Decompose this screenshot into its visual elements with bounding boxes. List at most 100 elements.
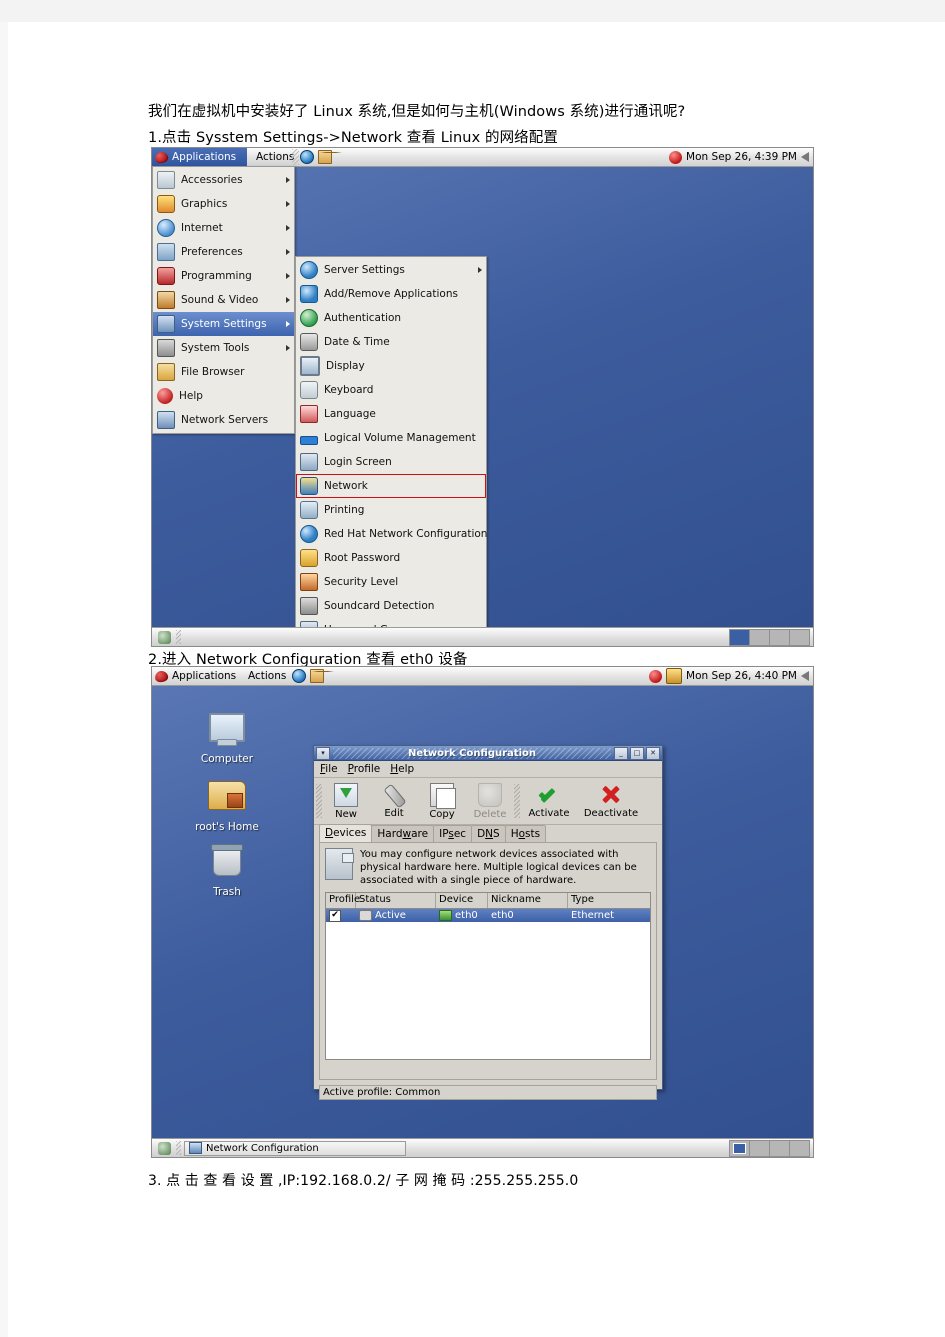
tab-devices[interactable]: Devices — [319, 824, 373, 842]
globe-icon[interactable] — [300, 150, 314, 164]
submenu-item-security-level[interactable]: Security Level — [296, 570, 486, 594]
column-nickname[interactable]: Nickname — [488, 893, 568, 908]
tab-ipsec[interactable]: IPsec — [433, 825, 473, 842]
column-type[interactable]: Type — [568, 893, 650, 908]
submenu-item-keyboard[interactable]: Keyboard — [296, 378, 486, 402]
menu-item-network-servers[interactable]: Network Servers — [153, 408, 294, 432]
menu-item-accessories[interactable]: Accessories — [153, 168, 294, 192]
speaker-icon[interactable] — [801, 671, 809, 681]
maximize-icon[interactable]: □ — [630, 746, 644, 760]
show-desktop-icon[interactable] — [154, 629, 174, 645]
workspace-4[interactable] — [790, 629, 809, 645]
new-button[interactable]: New — [322, 780, 370, 822]
menu-item-file-browser[interactable]: File Browser — [153, 360, 294, 384]
desktop-icon-computer[interactable]: Computer — [190, 709, 264, 765]
submenu-item-logical-volume-management[interactable]: Logical Volume Management — [296, 426, 486, 450]
panel-grip-bottom-2[interactable] — [176, 1141, 181, 1155]
updates-icon[interactable] — [666, 668, 683, 684]
mail-icon[interactable] — [310, 669, 334, 683]
applications-label-2: Applications — [172, 670, 237, 682]
column-device[interactable]: Device — [436, 893, 488, 908]
deactivate-button[interactable]: Deactivate — [578, 780, 644, 822]
date-time-icon — [300, 333, 318, 351]
mail-icon[interactable] — [318, 150, 342, 164]
activate-button[interactable]: Activate — [520, 780, 578, 822]
alert-icon[interactable] — [669, 150, 683, 164]
submenu-item-language[interactable]: Language — [296, 402, 486, 426]
table-row[interactable]: ✔ Active eth0 eth0 Ethernet — [326, 909, 650, 922]
copy-button[interactable]: Copy — [418, 780, 466, 822]
chevron-right-icon — [286, 321, 290, 327]
workspace-1[interactable] — [730, 629, 750, 645]
desktop-icon-home[interactable]: root's Home — [190, 775, 264, 833]
submenu-item-red-hat-network-configuration[interactable]: Red Hat Network Configuration — [296, 522, 487, 546]
workspace-2[interactable] — [750, 1140, 770, 1156]
panel-grip-1[interactable] — [292, 149, 299, 165]
submenu-item-date-time[interactable]: Date & Time — [296, 330, 486, 354]
tab-hardware[interactable]: Hardware — [371, 825, 435, 842]
system-settings-icon — [157, 315, 175, 333]
column-status[interactable]: Status — [356, 893, 436, 908]
workspace-2[interactable] — [750, 629, 770, 645]
menubar: FFileile Profile Help — [314, 761, 662, 778]
menu-item-sound-video[interactable]: Sound & Video — [153, 288, 294, 312]
clock-label-1[interactable]: Mon Sep 26, 4:39 PM — [686, 151, 797, 163]
menu-item-system-settings[interactable]: System Settings — [153, 312, 294, 336]
network-servers-icon — [157, 411, 175, 429]
menu-label: System Settings — [181, 318, 267, 330]
column-profile[interactable]: Profile — [326, 893, 360, 908]
show-desktop-icon[interactable] — [154, 1140, 174, 1156]
menu-item-preferences[interactable]: Preferences — [153, 240, 294, 264]
alert-icon[interactable] — [649, 669, 663, 683]
workspace-3[interactable] — [770, 629, 790, 645]
menu-item-internet[interactable]: Internet — [153, 216, 294, 240]
submenu-item-login-screen[interactable]: Login Screen — [296, 450, 486, 474]
submenu-item-display[interactable]: Display — [296, 354, 486, 378]
submenu-item-server-settings[interactable]: Server Settings — [296, 258, 486, 282]
minimize-icon[interactable]: _ — [614, 746, 628, 760]
menu-file[interactable]: FFileile — [320, 763, 338, 775]
system-settings-submenu-panel: Server Settings Add/Remove Applications … — [295, 256, 487, 644]
desktop-icon-trash[interactable]: Trash — [190, 841, 264, 898]
tab-hosts[interactable]: Hosts — [504, 825, 547, 842]
workspace-switcher-2[interactable] — [729, 1139, 810, 1157]
submenu-item-printing[interactable]: Printing — [296, 498, 486, 522]
workspace-1[interactable] — [730, 1140, 750, 1156]
copy-icon — [430, 782, 456, 809]
panel-grip-bottom-1[interactable] — [176, 630, 181, 644]
applications-menu-button[interactable]: Applications — [152, 148, 247, 166]
profile-checkbox[interactable]: ✔ — [329, 909, 341, 922]
close-icon[interactable]: ✕ — [646, 746, 660, 760]
submenu-item-soundcard-detection[interactable]: Soundcard Detection — [296, 594, 486, 618]
menu-label: Date & Time — [324, 336, 390, 348]
menu-help[interactable]: Help — [390, 763, 414, 775]
speaker-icon[interactable] — [801, 152, 809, 162]
window-list-1[interactable] — [184, 629, 726, 645]
menu-label: Printing — [324, 504, 365, 516]
menu-profile[interactable]: Profile — [348, 763, 381, 775]
window-titlebar[interactable]: ▾ Network Configuration _ □ ✕ — [314, 746, 662, 761]
taskbar-window-network-configuration[interactable]: Network Configuration — [184, 1140, 406, 1156]
menu-item-help[interactable]: Help — [153, 384, 294, 408]
cell-profile[interactable]: ✔ — [326, 909, 356, 922]
clock-label-2[interactable]: Mon Sep 26, 4:40 PM — [686, 670, 797, 682]
actions-menu-button-2[interactable]: Actions — [244, 667, 290, 685]
menu-item-programming[interactable]: Programming — [153, 264, 294, 288]
edit-button[interactable]: Edit — [370, 780, 418, 822]
toolbar-label: Copy — [429, 808, 455, 820]
tab-dns[interactable]: DNS — [471, 825, 506, 842]
menu-item-system-tools[interactable]: System Tools — [153, 336, 294, 360]
workspace-3[interactable] — [770, 1140, 790, 1156]
submenu-item-root-password[interactable]: Root Password — [296, 546, 486, 570]
devices-table[interactable]: Profile Status Device Nickname Type ✔ Ac… — [325, 892, 651, 1060]
submenu-item-add-remove-applications[interactable]: Add/Remove Applications — [296, 282, 486, 306]
window-list-2[interactable] — [409, 1140, 726, 1156]
applications-menu-button-2[interactable]: Applications — [152, 667, 242, 685]
window-menu-icon[interactable]: ▾ — [316, 746, 330, 760]
workspace-4[interactable] — [790, 1140, 809, 1156]
menu-item-graphics[interactable]: Graphics — [153, 192, 294, 216]
globe-icon[interactable] — [292, 669, 306, 683]
submenu-item-network[interactable]: Network — [296, 474, 486, 498]
workspace-switcher-1[interactable] — [729, 628, 810, 646]
submenu-item-authentication[interactable]: Authentication — [296, 306, 486, 330]
